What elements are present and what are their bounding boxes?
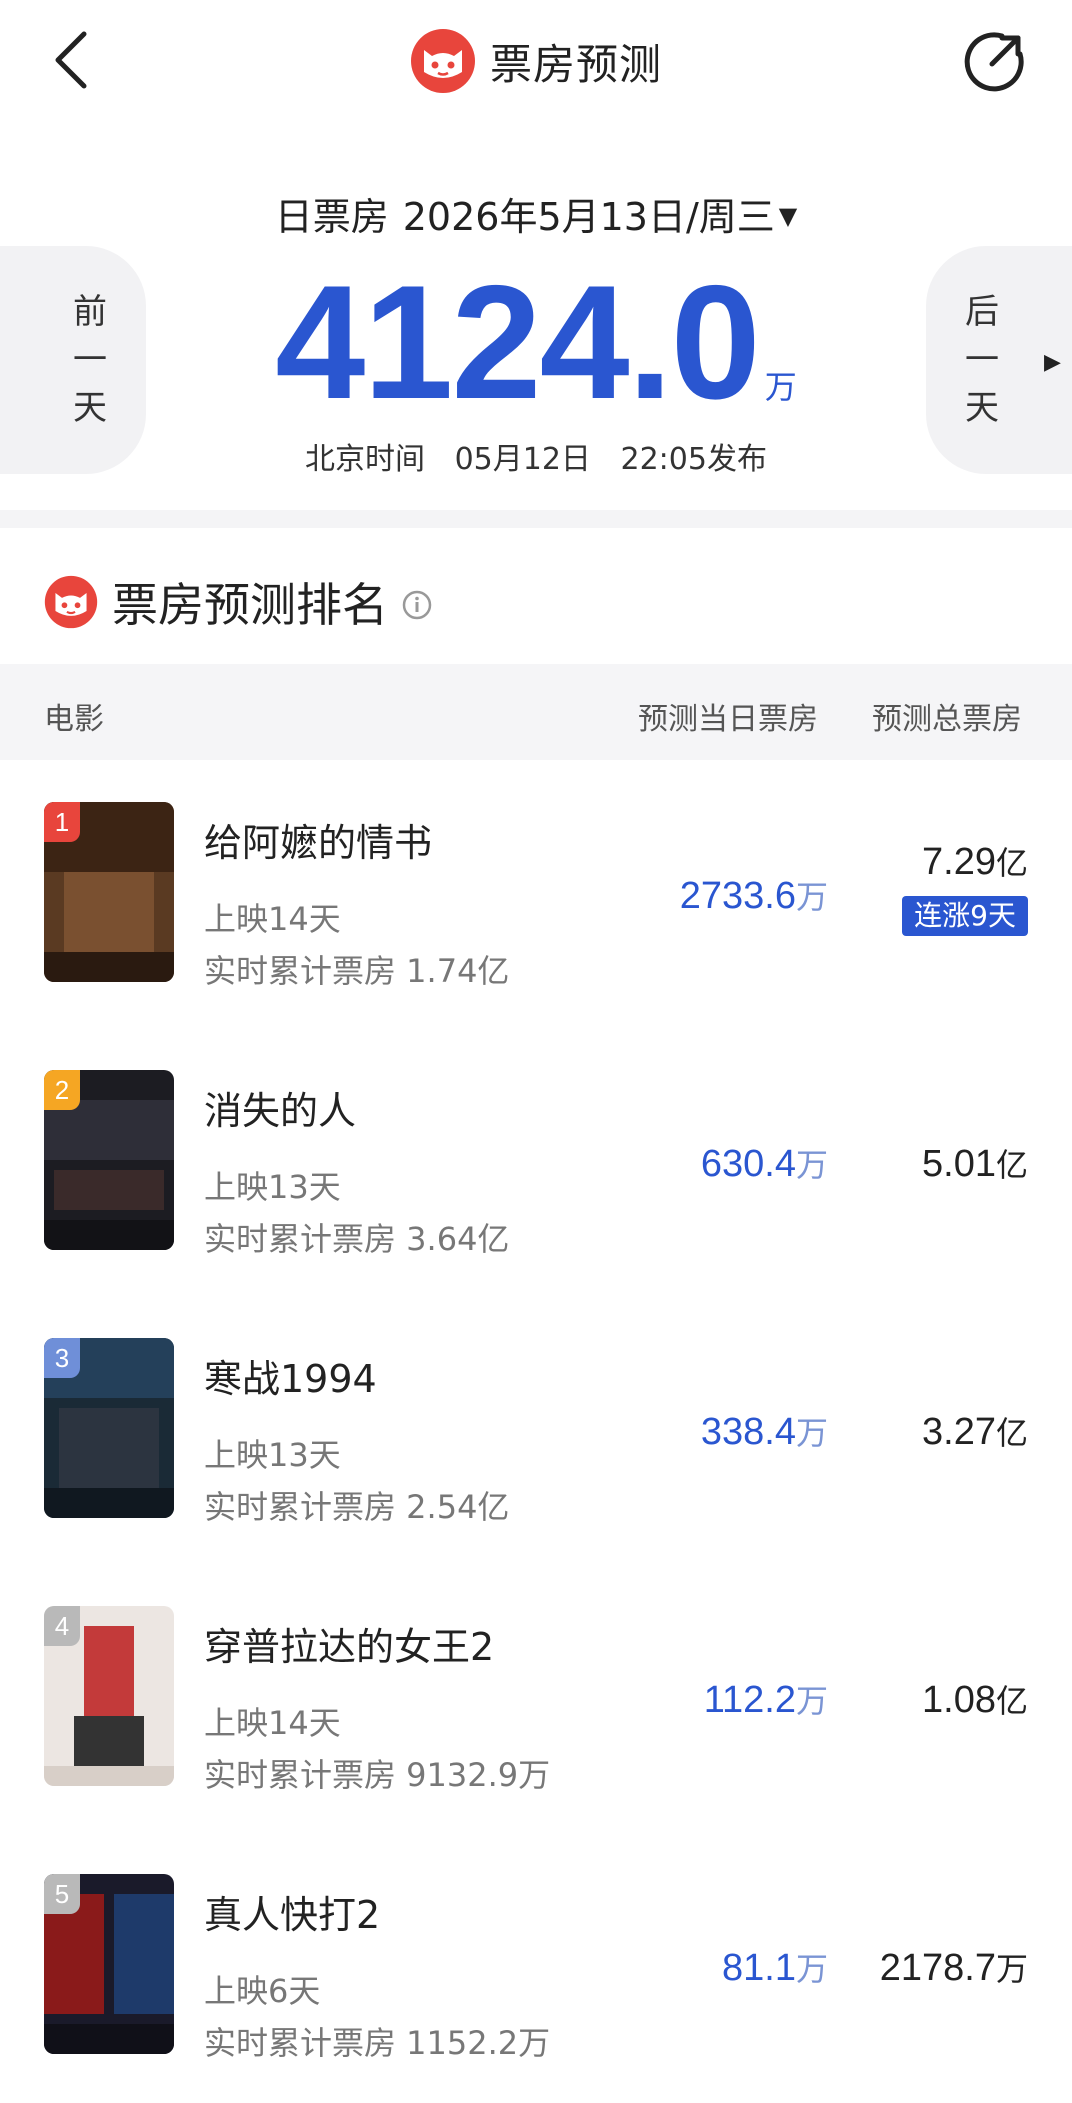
movie-row[interactable]: 3 寒战1994 上映13天 实时累计票房 2.54亿 338.4万 3.27亿 [0, 1338, 1072, 1606]
movie-row[interactable]: 1 给阿嬷的情书 上映14天 实时累计票房 1.74亿 2733.6万 7.29… [0, 802, 1072, 1070]
nav-title-group: 票房预测 [0, 28, 1072, 94]
today-forecast-unit: 万 [795, 1146, 828, 1184]
today-forecast: 338.4万 [701, 1408, 828, 1454]
movie-row[interactable]: 5 真人快打2 上映6天 实时累计票房 1152.2万 81.1万 2178.7… [0, 1874, 1072, 2103]
movie-days: 上映6天 [204, 1972, 321, 2010]
share-button[interactable] [962, 30, 1026, 94]
today-forecast: 630.4万 [701, 1140, 828, 1186]
total-forecast-unit: 亿 [995, 1682, 1028, 1720]
total-forecast-number: 2178.7 [879, 1947, 996, 1989]
movie-days: 上映14天 [204, 1704, 341, 1742]
column-header-today: 预测当日票房 [638, 702, 818, 737]
daily-box-office-label: 日票房 [274, 195, 389, 239]
publish-info: 北京时间 05月12日 22:05发布 [0, 434, 1072, 478]
movie-cumulative: 实时累计票房 2.54亿 [204, 1488, 510, 1526]
movie-title: 真人快打2 [204, 1893, 381, 1937]
date-selector[interactable]: 日票房 2026年5月13日/周三 ▼ [0, 186, 1072, 241]
total-forecast-number: 7.29 [922, 841, 996, 883]
total-forecast-number: 1.08 [922, 1679, 996, 1721]
total-forecast: 5.01亿 [922, 1140, 1028, 1186]
movie-cumulative: 实时累计票房 3.64亿 [204, 1220, 510, 1258]
total-forecast-unit: 亿 [995, 1146, 1028, 1184]
rank-badge: 3 [44, 1338, 80, 1378]
ranking-section-header: 票房预测排名 [44, 572, 432, 632]
rank-badge: 5 [44, 1874, 80, 1914]
total-forecast-unit: 万 [995, 1950, 1028, 1988]
movie-row[interactable]: 4 穿普拉达的女王2 上映14天 实时累计票房 9132.9万 112.2万 1… [0, 1606, 1072, 1874]
today-forecast: 2733.6万 [680, 872, 828, 918]
forecast-number: 4124.0 [275, 252, 760, 433]
today-forecast-number: 630.4 [700, 1143, 796, 1185]
movie-title: 给阿嬷的情书 [204, 821, 433, 865]
streak-badge: 连涨9天 [902, 896, 1028, 936]
today-forecast-unit: 万 [795, 878, 828, 916]
top-nav-bar: 票房预测 [0, 0, 1072, 130]
rank-badge: 2 [44, 1070, 80, 1110]
rank-badge: 1 [44, 802, 80, 842]
publish-prefix: 北京时间 [305, 442, 426, 477]
movie-title: 穿普拉达的女王2 [204, 1625, 495, 1669]
date-value: 2026年5月13日/周三 [402, 195, 775, 239]
movie-cumulative: 实时累计票房 1152.2万 [204, 2024, 551, 2062]
movie-cumulative: 实时累计票房 9132.9万 [204, 1756, 551, 1794]
total-forecast: 2178.7万 [880, 1944, 1028, 1990]
forecast-unit: 万 [764, 369, 797, 405]
total-forecast-unit: 亿 [995, 844, 1028, 882]
column-header-total: 预测总票房 [872, 702, 1022, 737]
today-forecast-number: 338.4 [700, 1411, 796, 1453]
total-forecast-number: 3.27 [922, 1411, 996, 1453]
today-forecast: 81.1万 [722, 1944, 828, 1990]
column-header-movie: 电影 [44, 702, 104, 737]
today-forecast-unit: 万 [795, 1950, 828, 1988]
movie-days: 上映14天 [204, 900, 341, 938]
movie-row[interactable]: 2 消失的人 上映13天 实时累计票房 3.64亿 630.4万 5.01亿 [0, 1070, 1072, 1338]
caret-down-icon: ▼ [778, 202, 798, 230]
today-forecast-unit: 万 [795, 1414, 828, 1452]
total-forecast: 3.27亿 [922, 1408, 1028, 1454]
movie-cumulative: 实时累计票房 1.74亿 [204, 952, 510, 990]
total-forecast-number: 5.01 [922, 1143, 996, 1185]
total-forecast-unit: 亿 [995, 1414, 1028, 1452]
total-forecast: 1.08亿 [922, 1676, 1028, 1722]
share-icon [964, 32, 1024, 92]
movie-title: 消失的人 [204, 1089, 357, 1133]
ranking-title: 票房预测排名 [112, 578, 388, 632]
movie-title: 寒战1994 [204, 1357, 377, 1401]
ranking-table-header: 电影 预测当日票房 预测总票房 [0, 664, 1072, 760]
movie-days: 上映13天 [204, 1168, 341, 1206]
today-forecast: 112.2万 [704, 1676, 828, 1722]
today-forecast-number: 112.2 [703, 1679, 796, 1721]
today-forecast-number: 81.1 [722, 1947, 796, 1989]
publish-date: 05月12日 [454, 442, 591, 477]
today-forecast-unit: 万 [795, 1682, 828, 1720]
cat-logo-icon [410, 29, 475, 93]
section-divider [0, 510, 1072, 528]
forecast-total-value: 4124.0 万 [0, 262, 1072, 462]
movie-days: 上映13天 [204, 1436, 341, 1474]
info-icon[interactable] [402, 590, 432, 620]
publish-time: 22:05发布 [620, 442, 767, 477]
rank-badge: 4 [44, 1606, 80, 1646]
total-forecast: 7.29亿 [922, 838, 1028, 884]
cat-logo-icon [44, 575, 98, 629]
today-forecast-number: 2733.6 [679, 875, 796, 917]
page-title: 票房预测 [489, 39, 662, 89]
